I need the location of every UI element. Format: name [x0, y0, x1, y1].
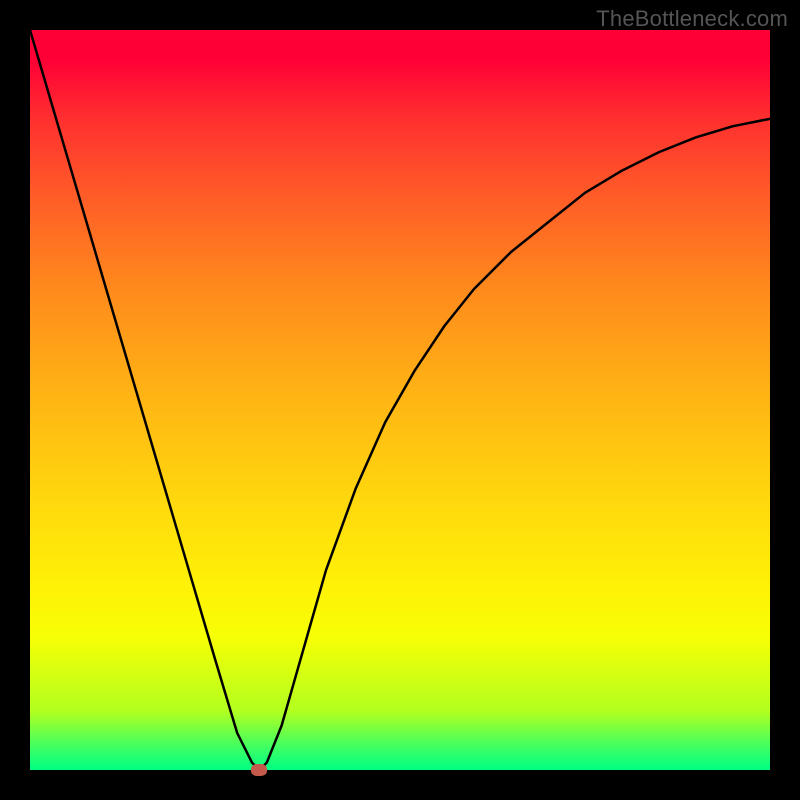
watermark-text: TheBottleneck.com	[596, 6, 788, 32]
plot-area	[30, 30, 770, 770]
chart-curve	[30, 30, 770, 770]
minimum-marker	[251, 764, 267, 776]
